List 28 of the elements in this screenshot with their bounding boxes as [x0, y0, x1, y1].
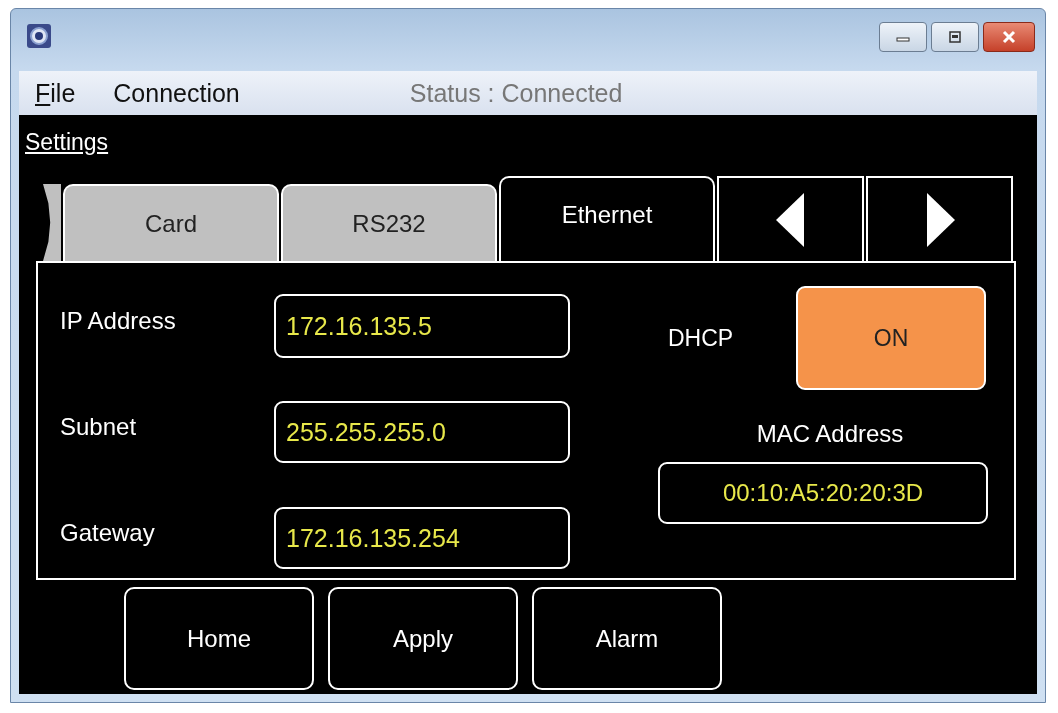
close-button[interactable] [983, 22, 1035, 52]
menu-item[interactable]: Connection [113, 78, 240, 108]
mac-label: MAC Address [756, 420, 904, 448]
tab[interactable]: Card [63, 184, 279, 261]
tab[interactable]: RS232 [281, 184, 497, 261]
status-text: Status : Connected [409, 78, 623, 108]
action-button[interactable]: Apply [328, 587, 518, 690]
scroll-right-button[interactable] [866, 176, 1013, 261]
field-label: IP Address [60, 307, 177, 335]
field-label: Subnet [60, 413, 138, 441]
field-label: Gateway [60, 519, 156, 547]
tab[interactable]: Ethernet [499, 176, 715, 261]
menu-item[interactable]: File [35, 78, 76, 108]
right-triangle-icon [924, 192, 955, 247]
action-button[interactable]: Home [124, 587, 314, 690]
dhcp-toggle[interactable]: ON [796, 286, 986, 390]
dhcp-label: DHCP [667, 324, 735, 352]
input-field[interactable]: 172.16.135.254 [274, 507, 570, 569]
input-field[interactable]: 172.16.135.5 [274, 294, 570, 358]
app-icon [27, 24, 51, 48]
scroll-left-button[interactable] [717, 176, 864, 261]
minimize-button[interactable] [879, 22, 927, 52]
action-button[interactable]: Alarm [532, 587, 722, 690]
mac-field: 00:10:A5:20:20:3D [658, 462, 988, 524]
settings-link[interactable]: Settings [25, 129, 109, 156]
maximize-button[interactable] [931, 22, 979, 52]
input-field[interactable]: 255.255.255.0 [274, 401, 570, 463]
left-triangle-icon [775, 192, 806, 247]
